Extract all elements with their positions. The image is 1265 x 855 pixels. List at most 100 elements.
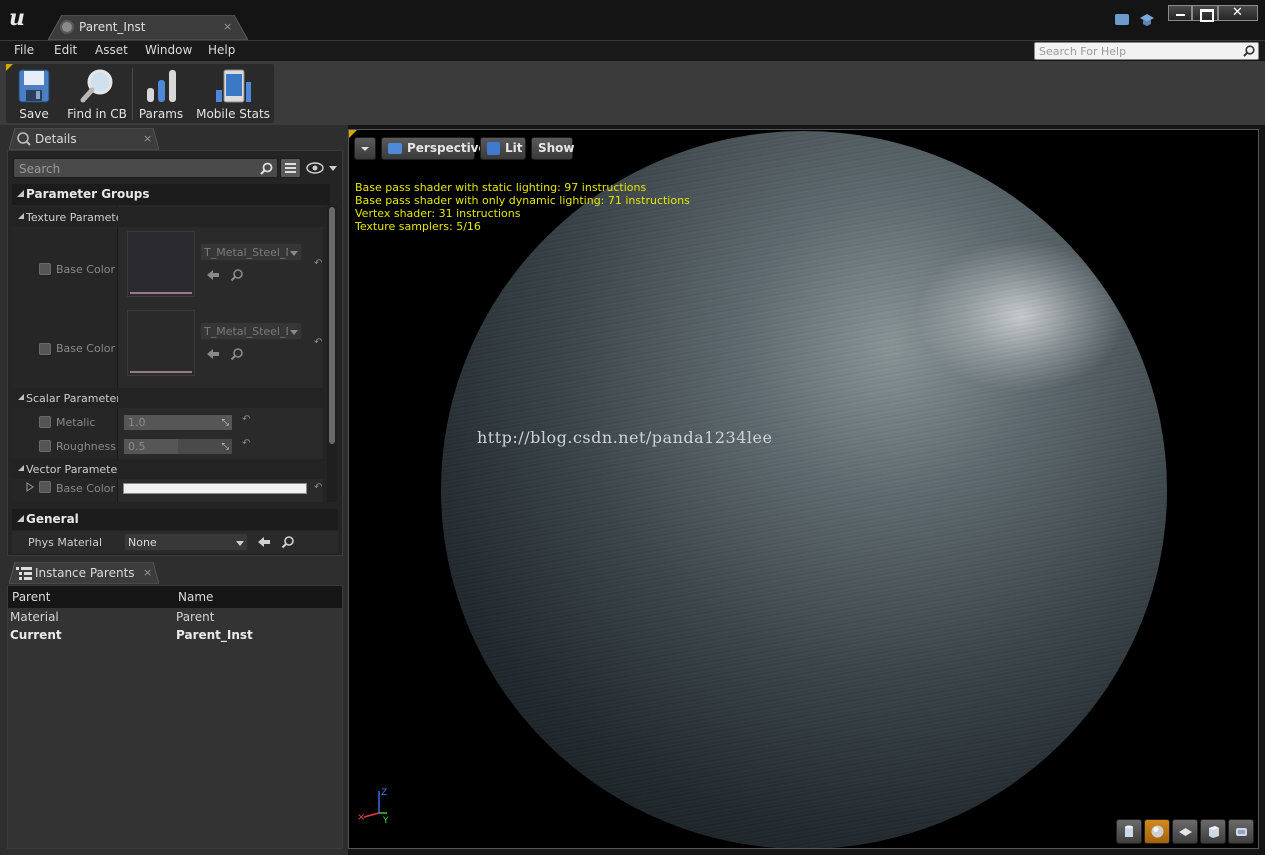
browse-search-icon[interactable] bbox=[281, 535, 295, 549]
tutorial-icon[interactable] bbox=[1139, 13, 1155, 27]
viewport-corner-marker bbox=[349, 130, 357, 138]
metalic-value-slider[interactable]: 1.0 ⤡ bbox=[123, 414, 233, 431]
browse-search-icon[interactable] bbox=[230, 268, 244, 282]
spin-arrow-icon: ⤡ bbox=[221, 418, 229, 428]
use-selected-arrow-icon[interactable] bbox=[206, 347, 220, 361]
phys-material-label: Phys Material bbox=[28, 536, 103, 549]
close-tab-icon[interactable]: × bbox=[143, 132, 152, 145]
color-swatch[interactable] bbox=[123, 483, 307, 494]
property-matrix-button[interactable] bbox=[280, 158, 301, 178]
help-search-input[interactable]: Search For Help bbox=[1034, 42, 1259, 60]
table-row[interactable]: Current Parent_Inst bbox=[8, 626, 342, 644]
axis-x-mark: × bbox=[357, 812, 365, 823]
override-checkbox[interactable] bbox=[39, 440, 51, 452]
instance-parents-tab[interactable]: Instance Parents × bbox=[9, 562, 159, 584]
menu-window[interactable]: Window bbox=[145, 43, 192, 57]
details-tab[interactable]: Details × bbox=[9, 128, 159, 150]
vector-parameter-group[interactable]: Vector Parameter Values bbox=[12, 459, 323, 479]
details-search-input[interactable]: Search bbox=[13, 158, 278, 178]
dropdown-arrow-icon bbox=[290, 330, 298, 335]
shader-stat-line: Base pass shader with only dynamic light… bbox=[355, 194, 690, 207]
override-checkbox[interactable] bbox=[39, 263, 51, 275]
details-tab-label: Details bbox=[35, 132, 77, 146]
maximize-button[interactable] bbox=[1192, 5, 1218, 22]
reset-to-default-icon[interactable]: ↶ bbox=[242, 438, 250, 449]
column-header-parent[interactable]: Parent bbox=[12, 590, 50, 604]
close-tab-icon[interactable]: × bbox=[143, 566, 152, 579]
document-tab-label: Parent_Inst bbox=[79, 20, 146, 34]
spin-arrow-icon: ⤡ bbox=[221, 442, 229, 452]
view-options-eye-icon[interactable] bbox=[305, 161, 339, 175]
table-row[interactable]: Material Parent bbox=[8, 608, 342, 626]
expand-arrow-icon[interactable] bbox=[26, 482, 34, 492]
shader-stat-line: Vertex shader: 31 instructions bbox=[355, 207, 521, 220]
toolbar: Save Find in CB Params Mobile Stats bbox=[6, 64, 274, 123]
column-header-name[interactable]: Name bbox=[178, 590, 213, 604]
axis-z-label: Z bbox=[381, 788, 387, 798]
texture-thumbnail[interactable] bbox=[127, 310, 195, 376]
notification-icon[interactable] bbox=[1115, 14, 1129, 25]
preview-plane-button[interactable] bbox=[1172, 819, 1198, 844]
menu-help[interactable]: Help bbox=[208, 43, 235, 57]
viewport-options-button[interactable] bbox=[354, 137, 376, 160]
find-in-cb-button[interactable]: Find in CB bbox=[62, 64, 132, 123]
reset-to-default-icon[interactable]: ↶ bbox=[314, 258, 322, 269]
category-label: General bbox=[26, 512, 79, 526]
reset-to-default-icon[interactable]: ↶ bbox=[314, 482, 322, 493]
parent-cell: Current bbox=[10, 628, 62, 642]
custom-mesh-icon bbox=[1236, 828, 1247, 836]
toolbar-corner-marker bbox=[6, 64, 13, 71]
texture-parameter-group[interactable]: Texture Parameter Values bbox=[12, 207, 323, 227]
roughness-value-slider[interactable]: 0.5 ⤡ bbox=[123, 438, 233, 455]
hierarchy-list-icon bbox=[16, 567, 32, 580]
close-tab-icon[interactable]: × bbox=[223, 20, 232, 33]
find-in-cb-label: Find in CB bbox=[67, 107, 127, 121]
details-tab-shape bbox=[9, 128, 159, 150]
reset-to-default-icon[interactable]: ↶ bbox=[242, 414, 250, 425]
preview-cube-button[interactable] bbox=[1200, 819, 1226, 844]
override-checkbox[interactable] bbox=[39, 343, 51, 355]
lit-mode-icon bbox=[487, 142, 500, 155]
texture-thumbnail[interactable] bbox=[127, 231, 195, 297]
texture-asset-picker[interactable]: T_Metal_Steel_D bbox=[200, 322, 302, 340]
params-button[interactable]: Params bbox=[133, 64, 189, 123]
property-name: Base Color Texture bbox=[56, 342, 118, 355]
close-window-button[interactable]: ✕ bbox=[1218, 5, 1258, 21]
preview-custom-mesh-button[interactable] bbox=[1228, 819, 1254, 844]
mobile-stats-button[interactable]: Mobile Stats bbox=[194, 64, 272, 123]
menu-file[interactable]: File bbox=[14, 43, 34, 57]
menu-asset[interactable]: Asset bbox=[95, 43, 128, 57]
override-checkbox[interactable] bbox=[39, 416, 51, 428]
document-tab[interactable]: Parent_Inst × bbox=[48, 15, 248, 40]
use-selected-arrow-icon[interactable] bbox=[257, 535, 271, 549]
scrollbar-thumb[interactable] bbox=[329, 207, 335, 444]
preview-sphere-button[interactable] bbox=[1144, 819, 1170, 844]
lit-button[interactable]: Lit bbox=[480, 137, 526, 160]
preview-cylinder-button[interactable] bbox=[1116, 819, 1142, 844]
close-icon: ✕ bbox=[1232, 5, 1243, 20]
save-button[interactable]: Save bbox=[6, 64, 62, 123]
category-general[interactable]: General bbox=[12, 509, 338, 530]
asset-name: T_Metal_Steel_D bbox=[204, 325, 288, 338]
unreal-logo-icon: u bbox=[9, 5, 25, 31]
numeric-value: 0.5 bbox=[128, 440, 146, 453]
show-button[interactable]: Show bbox=[531, 137, 575, 160]
category-parameter-groups[interactable]: Parameter Groups bbox=[12, 184, 330, 205]
params-icon bbox=[147, 70, 176, 102]
use-selected-arrow-icon[interactable] bbox=[206, 268, 220, 282]
texture-thumbnail-bar bbox=[130, 292, 192, 294]
menu-edit[interactable]: Edit bbox=[54, 43, 77, 57]
help-search-placeholder: Search For Help bbox=[1039, 45, 1127, 58]
preview-viewport[interactable]: Perspective Lit Show Base pass shader wi… bbox=[348, 129, 1259, 849]
phys-material-dropdown[interactable]: None bbox=[124, 533, 248, 551]
reset-to-default-icon[interactable]: ↶ bbox=[314, 337, 322, 348]
perspective-button[interactable]: Perspective bbox=[381, 137, 487, 160]
override-checkbox[interactable] bbox=[39, 481, 51, 493]
params-label: Params bbox=[138, 107, 184, 121]
minimize-button[interactable] bbox=[1168, 5, 1192, 21]
camera-perspective-icon bbox=[388, 143, 402, 154]
scalar-parameter-group[interactable]: Scalar Parameter Values bbox=[12, 388, 323, 408]
texture-asset-picker[interactable]: T_Metal_Steel_N bbox=[200, 243, 302, 261]
browse-search-icon[interactable] bbox=[230, 347, 244, 361]
details-search-placeholder: Search bbox=[19, 162, 61, 176]
